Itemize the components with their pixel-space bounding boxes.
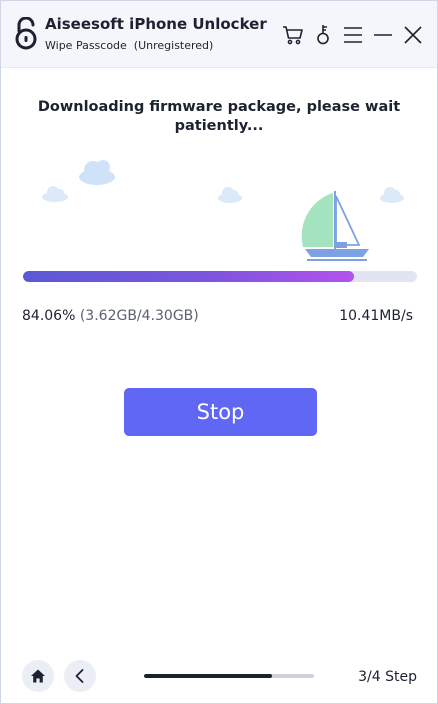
menu-icon[interactable] [341, 23, 365, 47]
download-status-heading: Downloading firmware package, please wai… [37, 99, 401, 134]
download-speed: 10.41MB/s [339, 308, 413, 324]
window-controls [281, 23, 425, 47]
close-icon[interactable] [401, 23, 425, 47]
sailboat-icon [301, 191, 369, 261]
cloud-icon [380, 187, 404, 203]
app-subtitle: Wipe Passcode (Unregistered) [45, 39, 214, 52]
minimize-icon[interactable] [371, 23, 395, 47]
download-progress-fill [23, 271, 355, 282]
key-icon[interactable] [311, 23, 335, 47]
step-indicator: 3/4 Step [358, 669, 417, 685]
home-icon [31, 669, 45, 683]
app-logo-lock-icon [15, 17, 37, 50]
progress-percent: 84.06% [22, 308, 76, 324]
cart-icon[interactable] [281, 23, 305, 47]
app-window: Aiseesoft iPhone Unlocker Wipe Passcode … [0, 0, 438, 704]
cloud-icon [218, 187, 242, 203]
stop-button[interactable]: Stop [124, 388, 317, 436]
progress-size-detail: (3.62GB/4.30GB) [79, 308, 199, 324]
back-button[interactable] [64, 660, 96, 692]
title-bar: Aiseesoft iPhone Unlocker Wipe Passcode … [1, 1, 437, 68]
home-button[interactable] [22, 660, 54, 692]
cloud-icon [42, 186, 68, 202]
chevron-left-icon [75, 669, 84, 683]
sailing-scene [42, 160, 404, 261]
download-progress-bar [23, 271, 417, 282]
app-title: Aiseesoft iPhone Unlocker [45, 15, 267, 33]
step-progress-fill [144, 674, 272, 678]
download-progress-text: 84.06% (3.62GB/4.30GB) [22, 308, 199, 324]
step-progress-bar [144, 674, 314, 678]
cloud-icon [79, 160, 115, 185]
